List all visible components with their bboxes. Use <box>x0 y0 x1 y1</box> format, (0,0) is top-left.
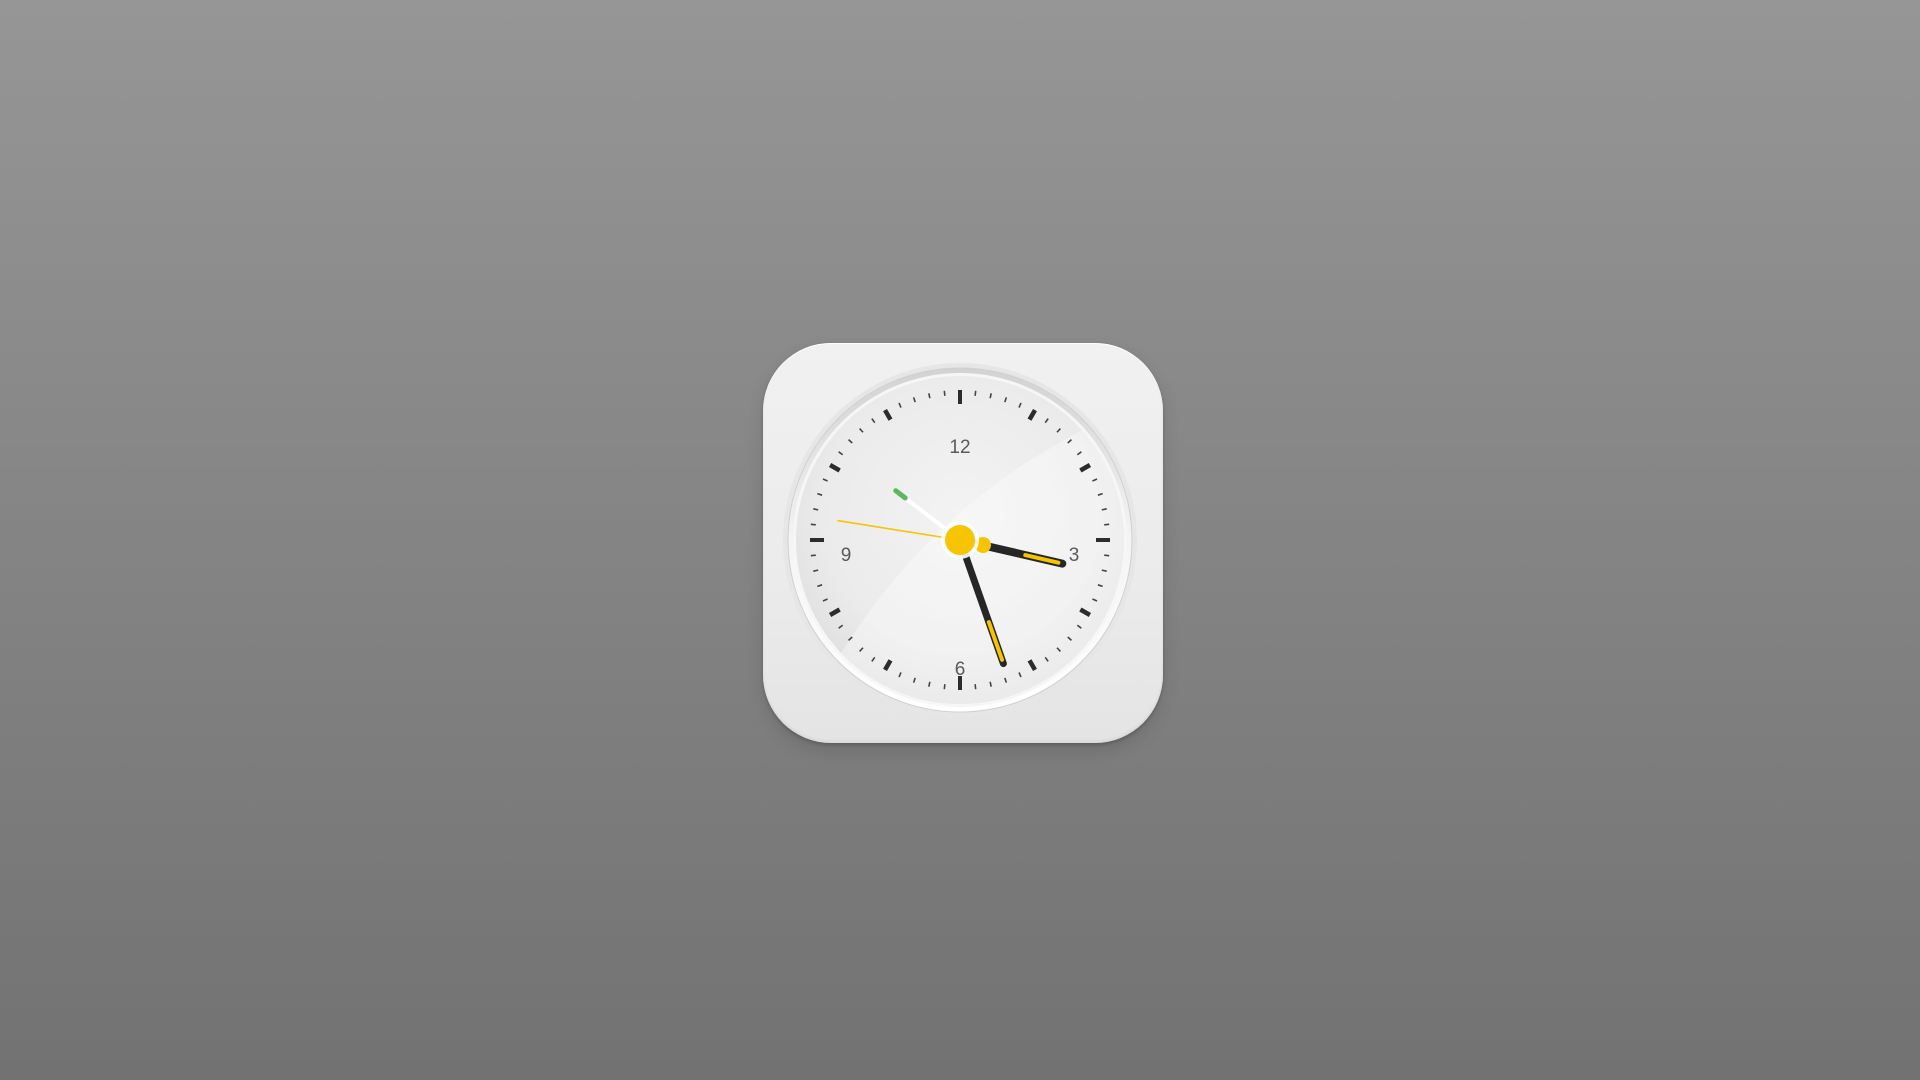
minute-tick <box>810 523 816 526</box>
center-cap <box>945 525 975 555</box>
numeral-3: 3 <box>1069 545 1080 566</box>
minute-tick <box>813 508 819 511</box>
minute-tick <box>943 684 946 690</box>
minute-tick <box>928 393 931 399</box>
minute-tick <box>1101 508 1107 511</box>
clock-app-icon[interactable]: 12 3 6 9 <box>763 343 1163 743</box>
minute-tick <box>810 554 816 557</box>
minute-tick <box>1104 554 1110 557</box>
minute-tick <box>813 569 819 572</box>
numeral-9: 9 <box>841 545 852 566</box>
minute-tick <box>943 390 946 396</box>
minute-tick <box>928 681 931 687</box>
minute-tick <box>974 390 977 396</box>
numeral-12: 12 <box>949 437 970 458</box>
clock-icon: 12 3 6 9 <box>783 363 1137 717</box>
minute-tick <box>989 393 992 399</box>
minute-tick <box>989 681 992 687</box>
numeral-6: 6 <box>955 659 966 680</box>
minute-tick <box>1104 523 1110 526</box>
minute-tick <box>974 684 977 690</box>
minute-tick <box>1101 569 1107 572</box>
